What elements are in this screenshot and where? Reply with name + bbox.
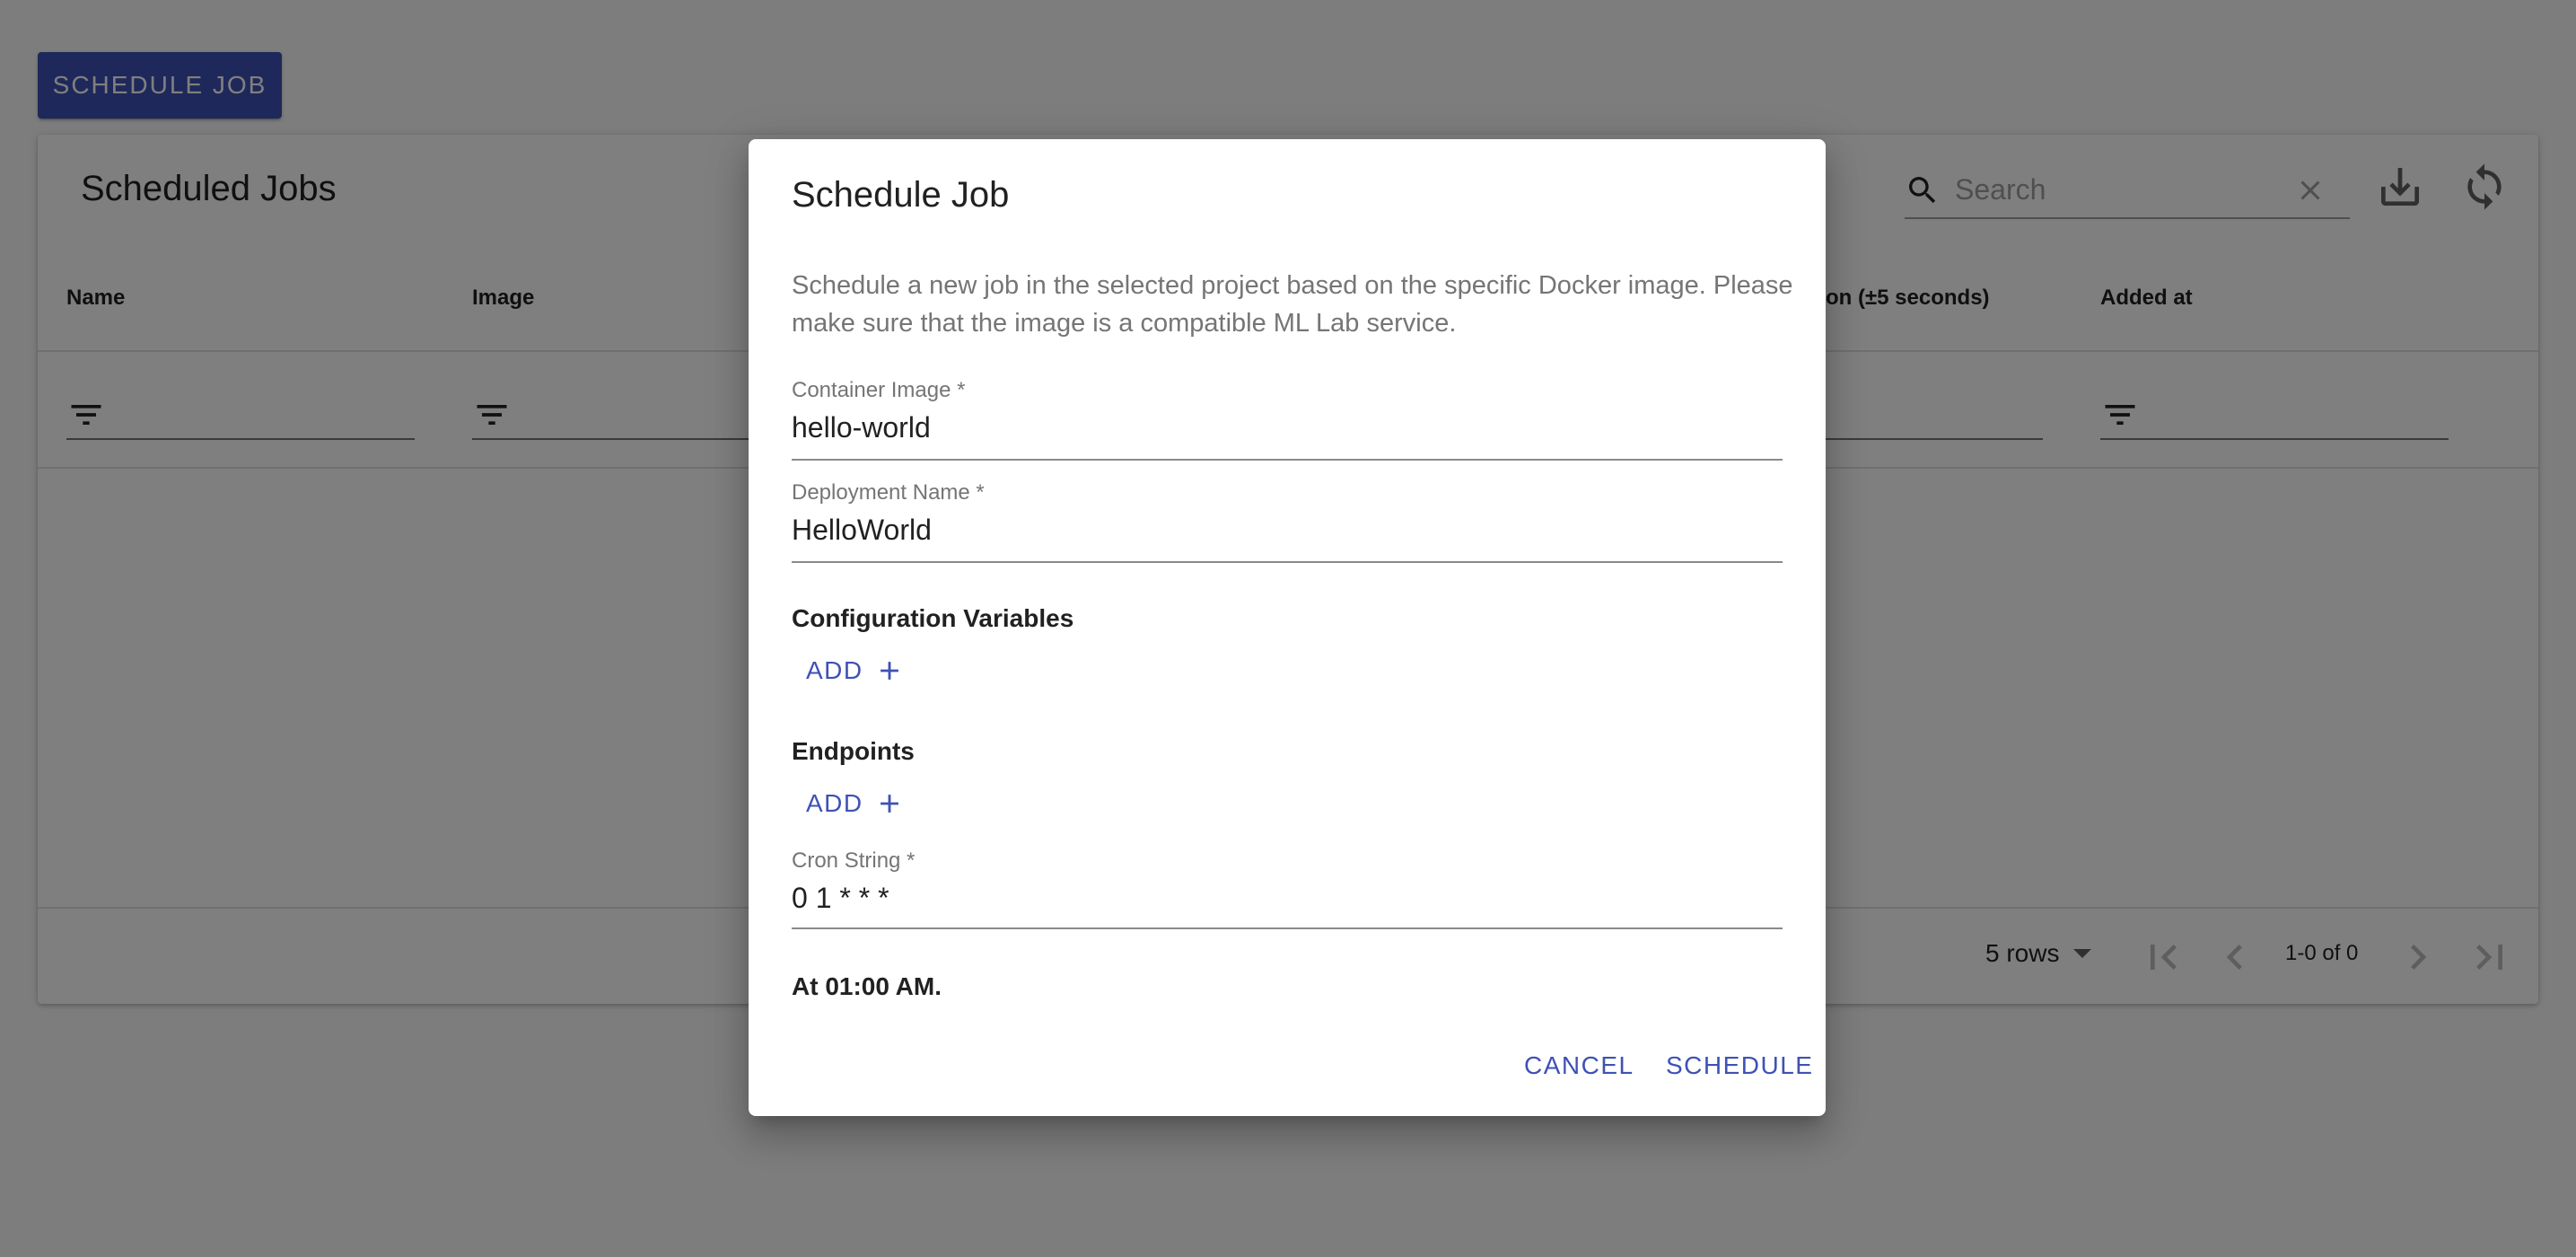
- container-image-label: Container Image *: [792, 378, 966, 402]
- container-image-field: Container Image *: [792, 378, 1783, 461]
- add-config-variable-label: ADD: [806, 656, 863, 684]
- cron-string-field: Cron String *: [792, 848, 1783, 929]
- deployment-name-label: Deployment Name *: [792, 480, 985, 505]
- cron-description: At 01:00 AM.: [792, 972, 942, 1000]
- dialog-description: Schedule a new job in the selected proje…: [792, 271, 1793, 338]
- endpoints-title: Endpoints: [792, 737, 915, 765]
- schedule-job-dialog: Schedule Job Schedule a new job in the s…: [749, 139, 1826, 1116]
- schedule-button[interactable]: SCHEDULE: [1655, 1041, 1824, 1091]
- cron-string-label: Cron String *: [792, 848, 916, 873]
- add-endpoint-label: ADD: [806, 789, 863, 817]
- dialog-title: Schedule Job: [792, 175, 1010, 215]
- config-variables-title: Configuration Variables: [792, 604, 1074, 632]
- container-image-input[interactable]: [792, 405, 1783, 450]
- add-endpoint-button[interactable]: ADD: [795, 778, 916, 829]
- add-icon: [880, 795, 898, 813]
- add-icon: [880, 662, 898, 680]
- add-config-variable-button[interactable]: ADD: [795, 646, 916, 696]
- cron-string-input[interactable]: [792, 875, 1783, 920]
- cancel-button[interactable]: CANCEL: [1513, 1041, 1645, 1091]
- deployment-name-input[interactable]: [792, 507, 1783, 552]
- deployment-name-field: Deployment Name *: [792, 480, 1783, 563]
